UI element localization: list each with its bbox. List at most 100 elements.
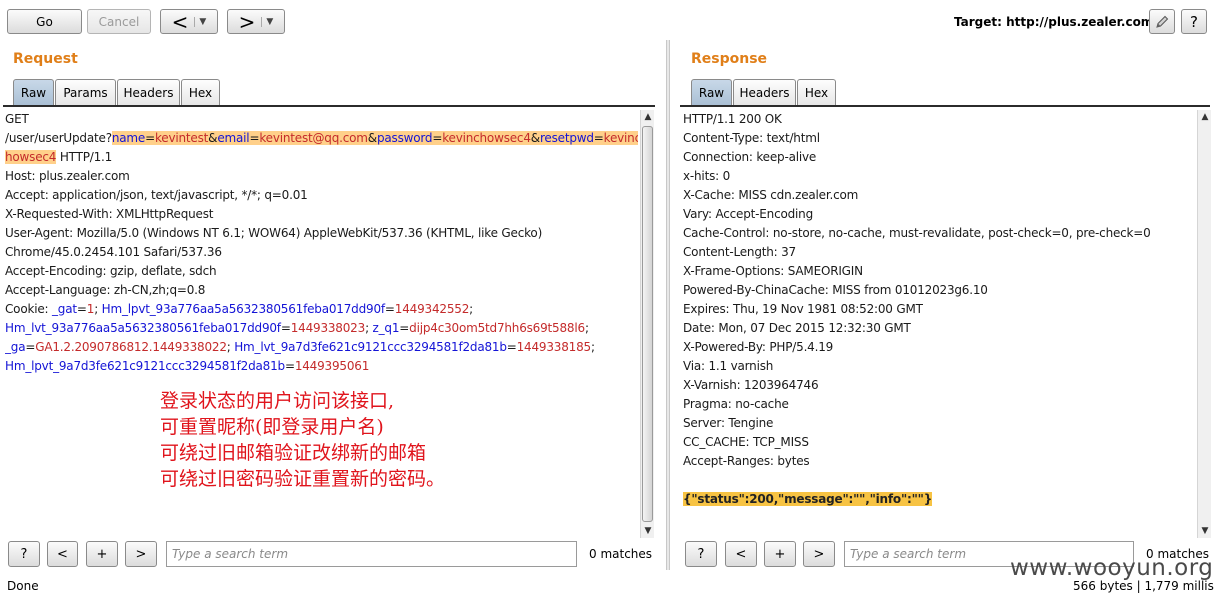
edit-target-button[interactable] — [1149, 9, 1175, 34]
response-tab-headers[interactable]: Headers — [733, 79, 796, 106]
request-search-next-button[interactable]: > — [125, 541, 157, 567]
response-line: X-Varnish: 1203964746 — [683, 378, 819, 392]
request-search-add-button[interactable]: + — [86, 541, 118, 567]
panel-splitter[interactable] — [666, 40, 670, 570]
annotation-line: 登录状态的用户访问该接口, — [160, 390, 395, 412]
equals: = — [432, 131, 443, 145]
response-scrollbar[interactable]: ▲ ▼ — [1197, 110, 1211, 538]
response-line: X-Frame-Options: SAMEORIGIN — [683, 264, 863, 278]
forward-dropdown-icon[interactable]: ▼ — [261, 16, 273, 27]
previous-icon: < — [735, 546, 747, 562]
cookie-value: 1449338185 — [516, 340, 592, 354]
response-line: X-Cache: MISS cdn.zealer.com — [683, 188, 859, 202]
scroll-up-icon[interactable]: ▲ — [641, 110, 655, 124]
cookie-value: dijp4c30om5td7hh6s69t588l6 — [409, 321, 585, 335]
response-body-json: {"status":200,"message":"","info":""} — [683, 492, 933, 506]
cookie-name: z_q1 — [372, 321, 400, 335]
equals: = — [384, 302, 395, 316]
request-tab-underline — [3, 105, 655, 107]
request-search-help-button[interactable]: ? — [8, 541, 40, 567]
scroll-down-icon[interactable]: ▼ — [1198, 524, 1212, 538]
response-line: Powered-By-ChinaCache: MISS from 0101202… — [683, 283, 988, 297]
separator: ; — [469, 302, 473, 316]
forward-button[interactable]: > ▼ — [227, 9, 285, 34]
back-button[interactable]: < ▼ — [160, 9, 218, 34]
go-button[interactable]: Go — [7, 9, 82, 34]
separator: ; — [365, 321, 373, 335]
request-tab-hex[interactable]: Hex — [181, 79, 220, 106]
response-tab-hex[interactable]: Hex — [797, 79, 836, 106]
cookie-line-cont: Hm_lpvt_9a7d3fe621c9121ccc3294581f2da81b… — [5, 357, 638, 376]
ampersand: & — [367, 131, 377, 145]
back-arrow-icon: < — [171, 9, 189, 34]
request-search-prev-button[interactable]: < — [47, 541, 78, 567]
response-tab-underline — [680, 105, 1210, 107]
param-name: name — [111, 131, 146, 145]
header-line: User-Agent: Mozilla/5.0 (Windows NT 6.1;… — [5, 226, 543, 240]
equals: = — [399, 321, 410, 335]
response-editor[interactable]: HTTP/1.1 200 OK Content-Type: text/html … — [683, 110, 1195, 538]
response-line: Via: 1.1 varnish — [683, 359, 774, 373]
request-search-matches: 0 matches — [589, 547, 653, 561]
next-icon: > — [813, 546, 825, 562]
equals: = — [280, 321, 291, 335]
cancel-label: Cancel — [98, 14, 140, 29]
cookie-line: Cookie: _gat=1; Hm_lpvt_93a776aa5a563238… — [5, 300, 638, 319]
request-tab-params[interactable]: Params — [55, 79, 116, 106]
header-line: Host: plus.zealer.com — [5, 169, 130, 183]
param-value: kevinc — [603, 131, 638, 145]
param-value: kevinchowsec4 — [442, 131, 531, 145]
equals: = — [593, 131, 604, 145]
response-search-help-button[interactable]: ? — [685, 541, 717, 567]
equals: = — [249, 131, 260, 145]
cookie-line-cont: _ga=GA1.2.2090786812.1449338022; Hm_lvt_… — [5, 338, 638, 357]
watermark: www.wooyun.org — [1010, 555, 1214, 581]
cookie-prefix: Cookie: — [5, 302, 52, 316]
request-scrollbar[interactable]: ▲ ▼ — [640, 110, 654, 538]
back-dropdown-icon[interactable]: ▼ — [194, 16, 206, 27]
scroll-thumb[interactable] — [642, 126, 653, 522]
response-search-next-button[interactable]: > — [803, 541, 835, 567]
response-search-add-button[interactable]: + — [764, 541, 796, 567]
response-title: Response — [691, 51, 768, 67]
equals: = — [284, 359, 295, 373]
response-tab-raw[interactable]: Raw — [691, 79, 732, 106]
response-line: Cache-Control: no-store, no-cache, must-… — [683, 226, 1151, 240]
url-path: /user/userUpdate? — [5, 131, 112, 145]
response-line: Pragma: no-cache — [683, 397, 789, 411]
request-line: GET — [5, 112, 29, 126]
next-icon: > — [135, 546, 147, 562]
http-version: HTTP/1.1 — [56, 150, 113, 164]
response-search-prev-button[interactable]: < — [725, 541, 757, 567]
response-line: Content-Type: text/html — [683, 131, 820, 145]
param-value: howsec4 — [5, 150, 57, 164]
response-line: x-hits: 0 — [683, 169, 731, 183]
response-line: HTTP/1.1 200 OK — [683, 112, 782, 126]
annotation-line: 可重置昵称(即登录用户名) — [160, 416, 384, 438]
response-line: Server: Tengine — [683, 416, 774, 430]
status-text: Done — [7, 579, 39, 593]
cookie-value: 1449395061 — [294, 359, 370, 373]
cookie-name: Hm_lvt_9a7d3fe621c9121ccc3294581f2da81b — [234, 340, 507, 354]
cookie-name: Hm_lvt_93a776aa5a5632380561feba017dd90f — [5, 321, 281, 335]
pencil-icon — [1156, 15, 1169, 28]
cookie-name: Hm_lpvt_9a7d3fe621c9121ccc3294581f2da81b — [5, 359, 285, 373]
help-button[interactable]: ? — [1181, 9, 1207, 34]
help-icon: ? — [20, 546, 28, 562]
request-search-input[interactable] — [166, 541, 577, 567]
scroll-down-icon[interactable]: ▼ — [641, 524, 655, 538]
request-tab-headers[interactable]: Headers — [117, 79, 180, 106]
equals: = — [25, 340, 36, 354]
response-line: Date: Mon, 07 Dec 2015 12:32:30 GMT — [683, 321, 911, 335]
annotation-text: 登录状态的用户访问该接口, 可重置昵称(即登录用户名) 可绕过旧邮箱验证改绑新的… — [160, 388, 445, 492]
header-line: Accept: application/json, text/javascrip… — [5, 188, 308, 202]
header-line: X-Requested-With: XMLHttpRequest — [5, 207, 214, 221]
plus-icon: + — [774, 546, 786, 562]
param-value: kevintest — [154, 131, 209, 145]
scroll-up-icon[interactable]: ▲ — [1198, 110, 1212, 124]
cookie-value: 1449338023 — [290, 321, 366, 335]
param-name: password — [376, 131, 433, 145]
request-tab-raw[interactable]: Raw — [13, 79, 54, 106]
cookie-name: Hm_lpvt_93a776aa5a5632380561feba017dd90f — [101, 302, 385, 316]
cancel-button[interactable]: Cancel — [87, 9, 151, 34]
